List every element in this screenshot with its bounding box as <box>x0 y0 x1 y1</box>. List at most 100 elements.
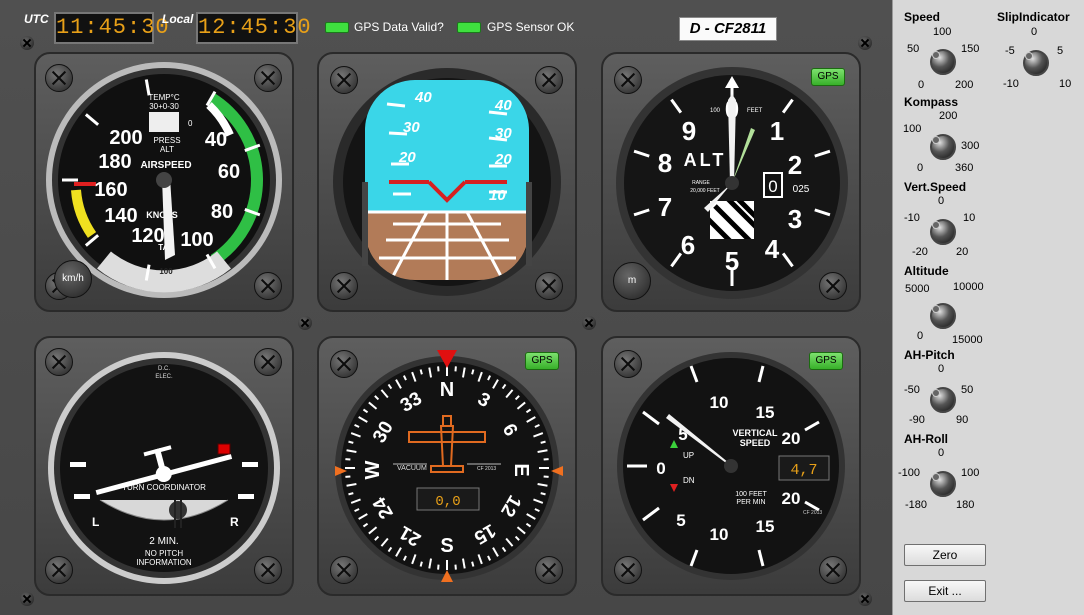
ah-roll-knob[interactable] <box>930 471 956 497</box>
svg-text:15: 15 <box>756 517 775 536</box>
meter-unit-button[interactable]: m <box>613 262 651 300</box>
heading-tick <box>348 492 354 496</box>
svg-text:RANGE: RANGE <box>692 180 710 186</box>
heading-indicator: N 3 6 E 12 15 S 21 24 W 30 33 VACUUM CF … <box>335 350 563 582</box>
heading-gps-button[interactable]: GPS <box>525 352 559 370</box>
svg-text:NO PITCH: NO PITCH <box>145 549 183 558</box>
pitch-mark-30: 30 <box>403 119 420 136</box>
vsi-gps-button[interactable]: GPS <box>809 352 843 370</box>
speed-label: Speed <box>904 10 941 24</box>
heading-tick <box>540 492 546 496</box>
svg-text:VACUUM: VACUUM <box>397 465 427 472</box>
pitch-mark-40: 40 <box>414 89 432 106</box>
airspeed-panel: 40 60 80 100 120 140 160 180 200 TEMP°C … <box>34 52 294 312</box>
svg-text:10: 10 <box>710 525 729 544</box>
vert-speed-knob[interactable] <box>930 219 956 245</box>
svg-text:100: 100 <box>159 267 173 276</box>
svg-text:TURN COORDINATOR: TURN COORDINATOR <box>122 483 206 492</box>
heading-n: N <box>440 379 454 401</box>
altitude-label: Altitude <box>904 264 949 278</box>
svg-text:100: 100 <box>710 108 721 114</box>
svg-text:ALT: ALT <box>160 145 174 154</box>
heading-digital: 0,0 <box>435 494 460 510</box>
attitude-panel: 40 30 20 40 30 20 10 <box>317 52 577 312</box>
altimeter-panel: 0 1 2 3 4 5 6 7 8 9 100 FEET ALT RANGE 2… <box>601 52 861 312</box>
turn-coordinator-panel: D.C. ELEC. TURN COORDINATOR L R 2 MIN. N… <box>34 336 294 596</box>
control-sidebar: Speed 100 50 150 0 200 SlipIndicator 0 -… <box>892 0 1084 615</box>
heading-w: W <box>362 460 384 479</box>
asi-tick-60: 60 <box>218 161 240 183</box>
svg-text:5: 5 <box>676 511 685 530</box>
svg-text:20: 20 <box>494 151 512 168</box>
svg-text:20: 20 <box>782 429 801 448</box>
asi-title: AIRSPEED <box>140 160 191 171</box>
vert-speed-label: Vert.Speed <box>904 180 967 194</box>
svg-text:3: 3 <box>788 204 802 234</box>
heading-tick <box>419 369 423 375</box>
asi-tick-40: 40 <box>205 129 227 151</box>
heading-s: S <box>440 535 453 557</box>
turn-coordinator: D.C. ELEC. TURN COORDINATOR L R 2 MIN. N… <box>48 352 280 584</box>
registration-display: D - CF2811 <box>679 17 777 41</box>
svg-text:7: 7 <box>658 192 672 222</box>
gps-data-valid-led <box>325 22 349 33</box>
svg-text:6: 6 <box>681 230 695 260</box>
svg-text:9: 9 <box>682 116 696 146</box>
utc-clock: 11:45:30 <box>54 12 169 44</box>
asi-tick-180: 180 <box>98 151 131 173</box>
svg-text:DN: DN <box>683 476 695 485</box>
svg-text:TEMP°C: TEMP°C <box>148 93 179 102</box>
turn-left-label: L <box>92 515 99 529</box>
heading-e: E <box>510 463 532 476</box>
speed-knob[interactable] <box>930 49 956 75</box>
asi-tick-200: 200 <box>109 127 142 149</box>
gps-sensor-ok-led <box>457 22 481 33</box>
gps-data-valid-label: GPS Data Valid? <box>354 20 444 34</box>
baro-setting: 025 <box>793 184 810 195</box>
pitch-mark-20: 20 <box>398 149 416 166</box>
svg-text:5: 5 <box>725 246 739 276</box>
asi-tick-140: 140 <box>104 205 137 227</box>
utc-label: UTC <box>24 12 49 26</box>
slip-indicator-knob[interactable] <box>1023 50 1049 76</box>
svg-text:INFORMATION: INFORMATION <box>136 558 192 567</box>
svg-text:30: 30 <box>495 125 512 142</box>
svg-text:4: 4 <box>765 234 780 264</box>
svg-text:40: 40 <box>494 97 512 114</box>
instrument-panel: UTC 11:45:30 Local 12:45:30 GPS Data Val… <box>0 0 892 615</box>
corner-screw <box>20 36 34 50</box>
svg-text:2 MIN.: 2 MIN. <box>149 536 178 547</box>
asi-tick-80: 80 <box>211 201 233 223</box>
svg-text:0: 0 <box>656 459 665 478</box>
local-clock: 12:45:30 <box>196 12 311 44</box>
zero-button[interactable]: Zero <box>904 544 986 566</box>
gps-sensor-ok-label: GPS Sensor OK <box>487 20 575 34</box>
ah-roll-label: AH-Roll <box>904 432 948 446</box>
heading-tick <box>540 440 546 444</box>
altimeter: 0 1 2 3 4 5 6 7 8 9 100 FEET ALT RANGE 2… <box>616 67 848 299</box>
vertical-speed-indicator: 5 10 15 20 0 5 10 15 20 VERTICAL SPEED U… <box>617 352 845 580</box>
svg-text:100 FEET: 100 FEET <box>735 491 767 498</box>
heading-tick <box>348 440 354 444</box>
heading-tick <box>471 369 475 375</box>
kmh-unit-button[interactable]: km/h <box>54 260 92 298</box>
svg-text:CF 2013: CF 2013 <box>803 510 822 516</box>
svg-text:1: 1 <box>770 116 784 146</box>
ah-pitch-knob[interactable] <box>930 387 956 413</box>
local-label: Local <box>162 12 194 26</box>
altimeter-gps-button[interactable]: GPS <box>811 68 845 86</box>
svg-text:CF 2013: CF 2013 <box>477 466 496 472</box>
heading-tick <box>471 561 475 567</box>
svg-text:PER MIN: PER MIN <box>736 499 765 506</box>
svg-text:PRESS: PRESS <box>153 136 180 145</box>
svg-text:20: 20 <box>782 489 801 508</box>
kompass-knob[interactable] <box>930 134 956 160</box>
altitude-knob[interactable] <box>930 303 956 329</box>
asi-tick-160: 160 <box>94 179 127 201</box>
exit-button[interactable]: Exit ... <box>904 580 986 602</box>
svg-text:SPEED: SPEED <box>740 438 771 448</box>
asi-tick-100: 100 <box>180 229 213 251</box>
ah-pitch-label: AH-Pitch <box>904 348 955 362</box>
kompass-label: Kompass <box>904 95 959 109</box>
altimeter-title: ALT <box>684 150 727 170</box>
